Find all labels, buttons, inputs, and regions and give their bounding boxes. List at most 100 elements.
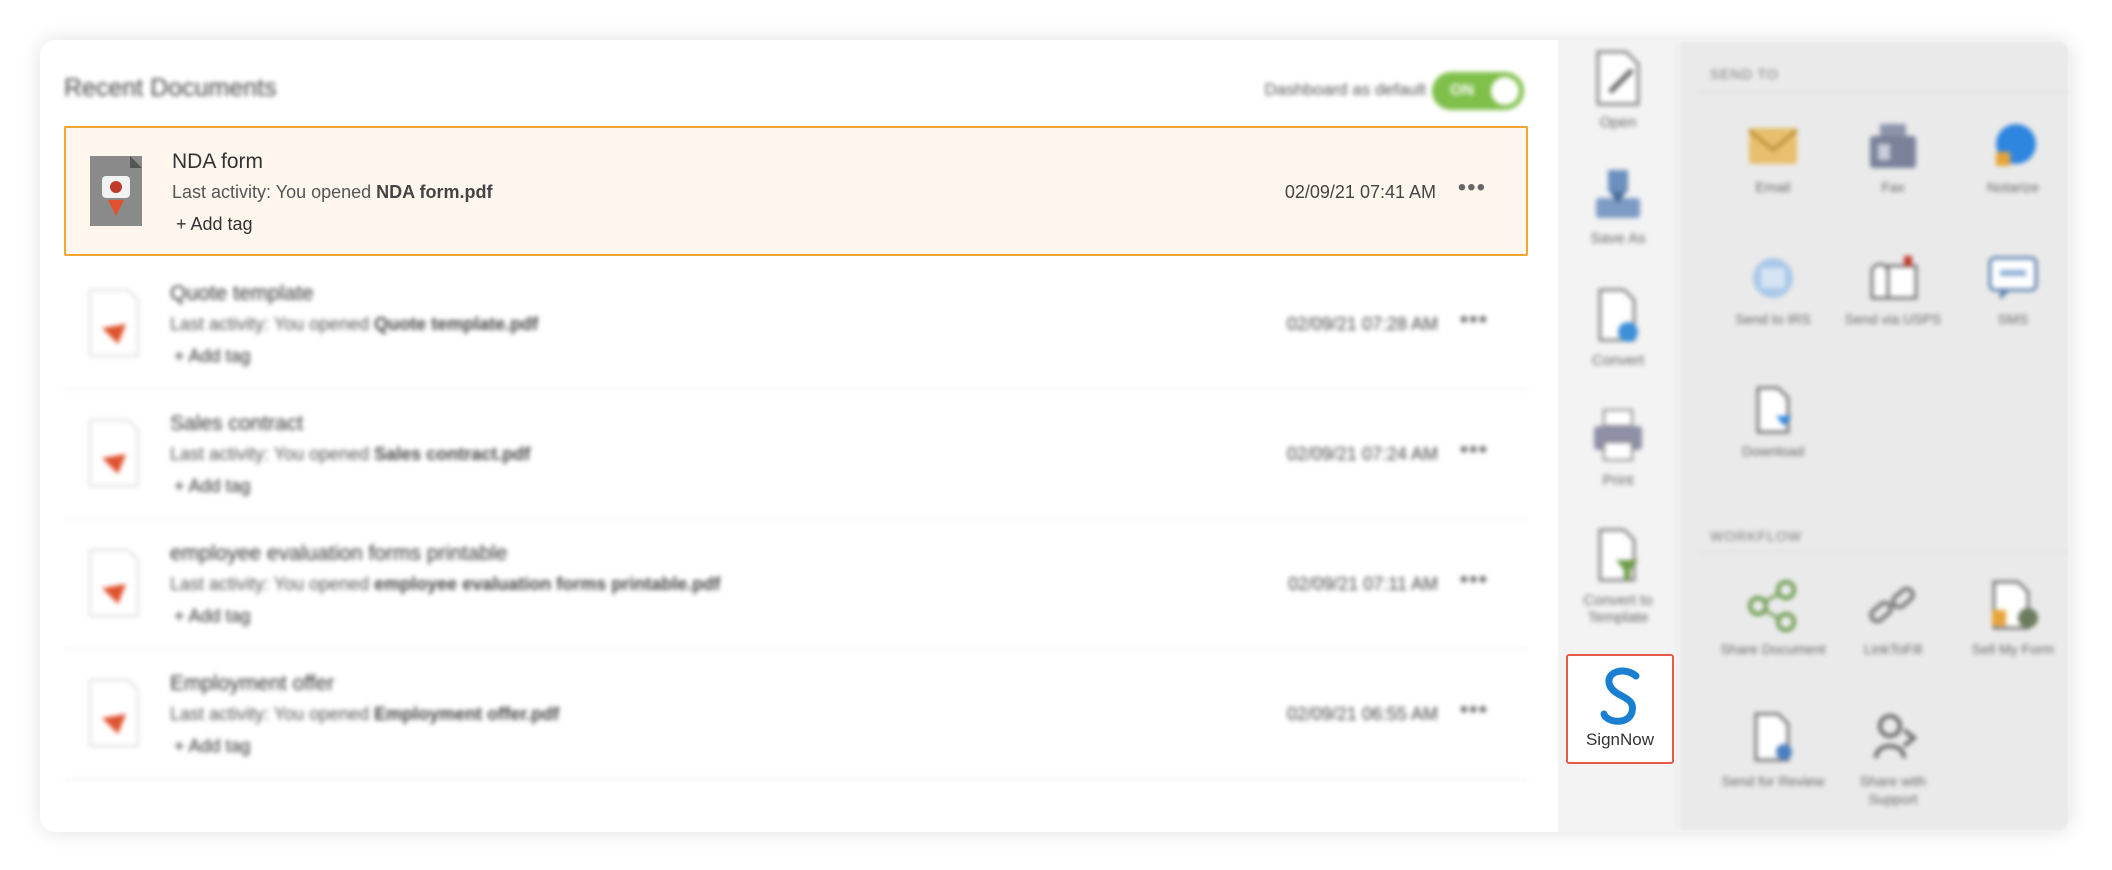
document-name[interactable]: Sales contract bbox=[170, 412, 303, 436]
link-icon bbox=[1869, 586, 1915, 624]
sms-icon bbox=[1988, 256, 2038, 300]
notarize-button[interactable]: Notarize bbox=[1958, 122, 2068, 196]
open-button[interactable]: Open bbox=[1558, 48, 1678, 131]
support-label: Share with Support bbox=[1859, 773, 1927, 807]
save-as-button[interactable]: Save As bbox=[1558, 164, 1678, 247]
document-activity: Last activity: You opened Quote template… bbox=[170, 314, 538, 335]
add-tag-button[interactable]: + Add tag bbox=[174, 346, 251, 367]
support-icon bbox=[1874, 714, 1918, 759]
print-button[interactable]: Print bbox=[1558, 406, 1678, 489]
share-document-button[interactable]: Share Document bbox=[1718, 580, 1828, 658]
notarize-icon bbox=[1996, 124, 2036, 166]
document-activity: Last activity: You opened NDA form.pdf bbox=[172, 182, 492, 203]
document-date: 02/09/21 07:41 AM bbox=[1284, 182, 1436, 202]
add-tag-button[interactable]: + Add tag bbox=[174, 476, 251, 497]
document-date: 02/09/21 07:28 AM bbox=[1286, 314, 1438, 334]
more-options-icon[interactable]: ••• bbox=[1460, 306, 1488, 334]
send-via-usps-button[interactable]: Send via USPS bbox=[1838, 254, 1948, 328]
add-tag-button[interactable]: + Add tag bbox=[176, 214, 253, 235]
activity-file: Employment offer.pdf bbox=[374, 704, 560, 724]
share-with-support-button[interactable]: Share with Support bbox=[1838, 712, 1948, 808]
open-document-icon bbox=[1596, 50, 1640, 106]
share-label: Share Document bbox=[1720, 641, 1826, 657]
review-icon bbox=[1754, 712, 1792, 762]
fax-button[interactable]: Fax bbox=[1838, 122, 1948, 196]
convert-to-template-button[interactable]: Convert to Template bbox=[1558, 526, 1678, 626]
save-as-icon bbox=[1596, 170, 1640, 218]
signnow-logo-icon bbox=[1600, 667, 1640, 725]
signnow-label: SignNow bbox=[1585, 730, 1655, 749]
document-thumbnail-icon bbox=[90, 156, 142, 226]
document-row[interactable]: Sales contract Last activity: You opened… bbox=[64, 390, 1528, 520]
sell-form-icon bbox=[1992, 580, 2038, 630]
activity-prefix: Last activity: You opened bbox=[170, 574, 375, 594]
section-divider bbox=[1698, 552, 2070, 553]
sms-label: SMS bbox=[1997, 311, 2029, 327]
activity-file: employee evaluation forms printable.pdf bbox=[374, 574, 721, 594]
add-tag-button[interactable]: + Add tag bbox=[174, 736, 251, 757]
toggle-state-label: ON bbox=[1450, 82, 1474, 99]
workflow-section-title: WORKFLOW bbox=[1710, 528, 1802, 544]
send-for-review-button[interactable]: Send for Review bbox=[1718, 712, 1828, 790]
activity-prefix: Last activity: You opened bbox=[170, 314, 375, 334]
document-activity: Last activity: You opened Employment off… bbox=[170, 704, 559, 725]
printer-icon bbox=[1594, 409, 1642, 461]
sell-form-label: Sell My Form bbox=[1971, 641, 2055, 657]
document-name[interactable]: Quote template bbox=[170, 282, 314, 306]
linktofill-button[interactable]: LinkToFill bbox=[1838, 580, 1948, 658]
vertical-toolbar: Open Save As Convert Print Convert to Te… bbox=[1558, 40, 1678, 832]
pdf-file-icon bbox=[89, 419, 139, 487]
activity-file: Sales contract.pdf bbox=[374, 444, 531, 464]
notarize-label: Notarize bbox=[1986, 179, 2040, 195]
email-icon bbox=[1748, 128, 1798, 164]
dashboard-default-toggle[interactable]: ON bbox=[1432, 72, 1524, 110]
document-row[interactable]: Employment offer Last activity: You open… bbox=[64, 650, 1528, 780]
more-options-icon[interactable]: ••• bbox=[1460, 566, 1488, 594]
main-window: Recent Documents Dashboard as default ON… bbox=[40, 40, 2070, 832]
download-label: Download bbox=[1741, 443, 1805, 459]
download-button[interactable]: Download bbox=[1718, 386, 1828, 460]
more-options-icon[interactable]: ••• bbox=[1460, 436, 1488, 464]
document-name[interactable]: employee evaluation forms printable bbox=[170, 542, 507, 566]
pdf-file-icon bbox=[89, 549, 139, 617]
template-icon bbox=[1598, 528, 1638, 582]
convert-button[interactable]: Convert bbox=[1558, 286, 1678, 369]
sms-button[interactable]: SMS bbox=[1958, 254, 2068, 328]
document-row-selected[interactable]: NDA form Last activity: You opened NDA f… bbox=[64, 126, 1528, 256]
recent-documents-panel: Recent Documents Dashboard as default ON… bbox=[40, 40, 1558, 832]
send-to-irs-button[interactable]: Send to IRS bbox=[1718, 254, 1828, 328]
send-to-section-title: SEND TO bbox=[1710, 66, 1779, 82]
convert-label: Convert bbox=[1591, 352, 1645, 369]
irs-icon bbox=[1753, 258, 1793, 298]
pdf-file-icon bbox=[89, 289, 139, 357]
more-options-icon[interactable]: ••• bbox=[1458, 174, 1486, 202]
document-date: 02/09/21 07:24 AM bbox=[1286, 444, 1438, 464]
document-date: 02/09/21 06:55 AM bbox=[1286, 704, 1438, 724]
actions-panel: SEND TO Email Fax Notarize Send to IRS S… bbox=[1678, 40, 2070, 832]
signnow-button[interactable]: SignNow bbox=[1566, 654, 1674, 764]
convert-template-label: Convert to Template bbox=[1583, 592, 1653, 626]
activity-prefix: Last activity: You opened bbox=[170, 444, 375, 464]
print-label: Print bbox=[1602, 472, 1634, 489]
dashboard-default-label: Dashboard as default bbox=[1264, 80, 1426, 99]
fax-icon bbox=[1870, 124, 1916, 168]
document-row[interactable]: Quote template Last activity: You opened… bbox=[64, 260, 1528, 390]
sell-my-form-button[interactable]: Sell My Form bbox=[1958, 580, 2068, 658]
email-button[interactable]: Email bbox=[1718, 122, 1828, 196]
activity-prefix: Last activity: You opened bbox=[170, 704, 375, 724]
section-divider bbox=[1698, 92, 2070, 93]
fax-label: Fax bbox=[1881, 179, 1905, 195]
save-as-label: Save As bbox=[1590, 230, 1646, 247]
document-activity: Last activity: You opened Sales contract… bbox=[170, 444, 530, 465]
pdf-file-icon bbox=[89, 679, 139, 747]
review-label: Send for Review bbox=[1721, 773, 1825, 789]
document-row[interactable]: employee evaluation forms printable Last… bbox=[64, 520, 1528, 650]
more-options-icon[interactable]: ••• bbox=[1460, 696, 1488, 724]
download-icon bbox=[1756, 386, 1792, 434]
page-title: Recent Documents bbox=[64, 74, 277, 102]
activity-file: NDA form.pdf bbox=[376, 182, 493, 202]
document-name[interactable]: Employment offer bbox=[170, 672, 334, 696]
add-tag-button[interactable]: + Add tag bbox=[174, 606, 251, 627]
linktofill-label: LinkToFill bbox=[1863, 641, 1923, 657]
document-name[interactable]: NDA form bbox=[172, 150, 263, 174]
